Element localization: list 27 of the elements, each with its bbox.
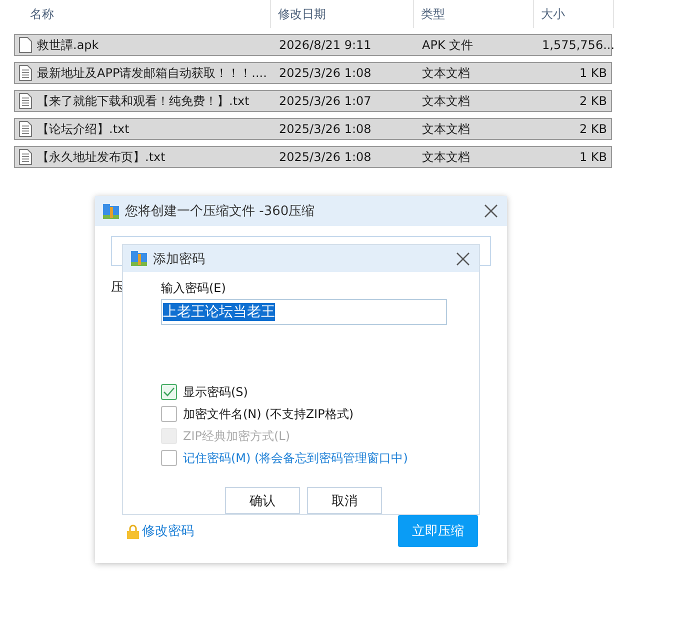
dialog-title: 您将创建一个压缩文件 -360压缩 — [125, 203, 316, 220]
file-name: 救世譚.apk — [37, 36, 99, 54]
type-cell-text: 文本文档 — [421, 148, 471, 166]
type-cell-text: 文本文档 — [421, 92, 471, 110]
checkbox-label: ZIP经典加密方式(L) — [183, 428, 290, 444]
size-cell-text: 2 KB — [578, 122, 608, 136]
date-cell-text: 2026/8/21 9:11 — [278, 38, 372, 52]
type-cell-text: APK 文件 — [421, 36, 474, 54]
checkbox-label: 记住密码(M) (将会备忘到密码管理窗口中) — [183, 450, 408, 466]
file-name: 【永久地址发布页】.txt — [37, 148, 166, 166]
date-cell-text: 2025/3/26 1:08 — [278, 150, 372, 164]
size-cell-text: 1 KB — [578, 150, 608, 164]
date-cell-text: 2025/3/26 1:07 — [278, 94, 372, 108]
file-name: 最新地址及APP请发邮箱自动获取！！！.... — [37, 64, 267, 82]
dialog-title: 添加密码 — [153, 250, 206, 268]
size-cell-text: 1 KB — [578, 66, 608, 80]
type-cell-text: 文本文档 — [421, 64, 471, 82]
checkbox-label: 加密文件名(N) (不支持ZIP格式) — [183, 406, 354, 422]
date-cell-text: 2025/3/26 1:08 — [278, 66, 372, 80]
checkbox-label: 显示密码(S) — [183, 384, 248, 400]
type-cell-text: 文本文档 — [421, 120, 471, 138]
file-name: 【论坛介绍】.txt — [37, 120, 130, 138]
field-label: 输入密码(E) — [161, 280, 227, 297]
date-cell-text: 2025/3/26 1:08 — [278, 122, 372, 136]
file-name: 【来了就能下载和观看！纯免费！】.txt — [37, 92, 250, 110]
size-cell-text: 2 KB — [578, 94, 608, 108]
size-cell-text: 1,575,756... — [541, 38, 613, 52]
